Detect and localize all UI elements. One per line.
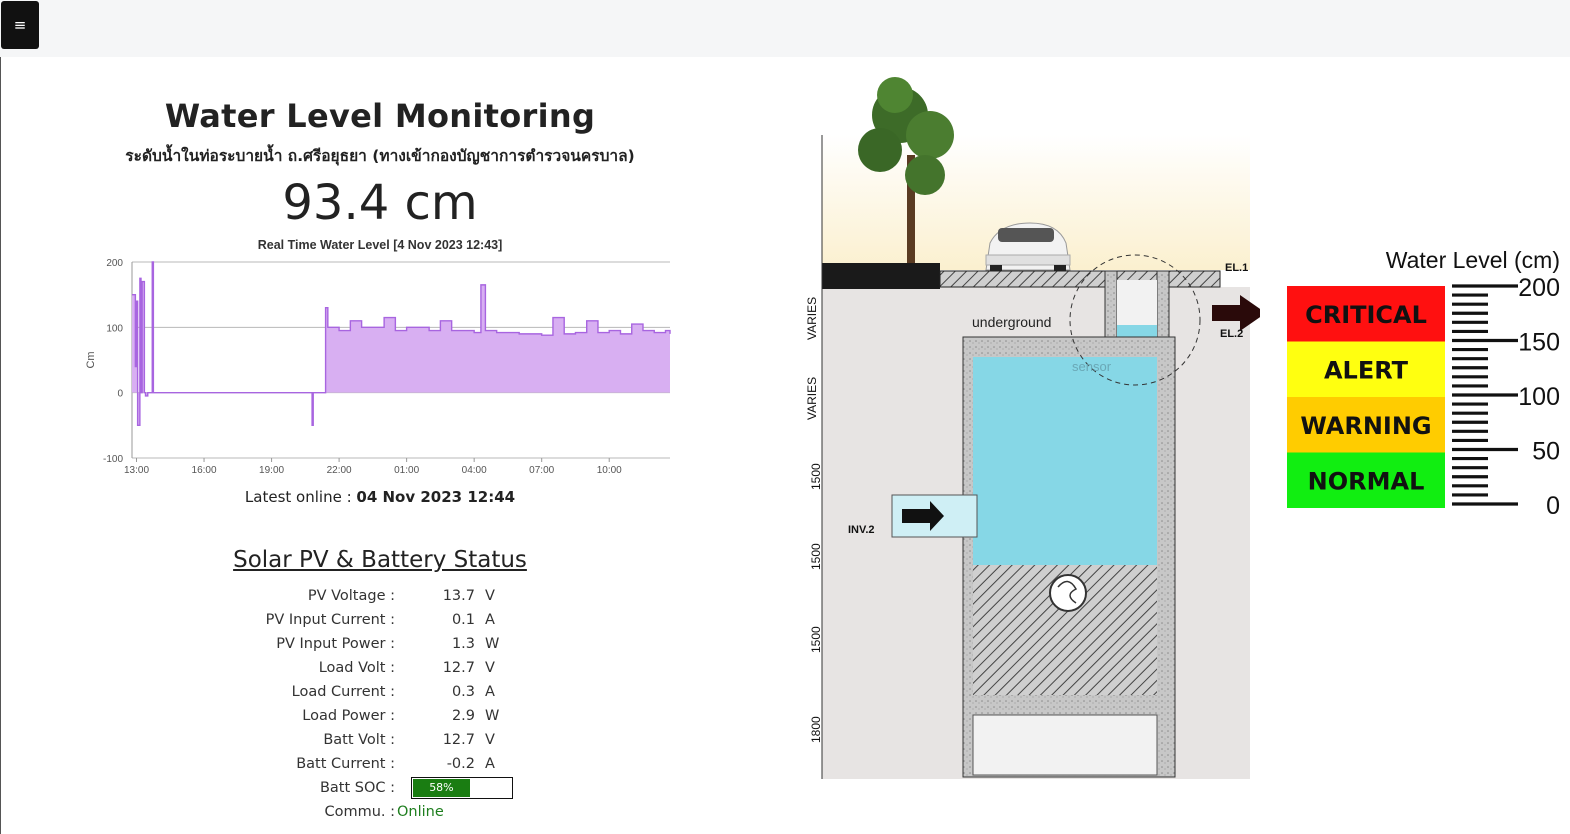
legend-title: Water Level (cm) <box>1386 247 1560 273</box>
batt-soc-row: Batt SOC : 58% <box>230 776 525 800</box>
status-unit: V <box>485 660 495 676</box>
page-border <box>0 57 1 834</box>
status-unit: W <box>485 636 500 652</box>
y-tick-label: -100 <box>103 454 123 465</box>
road-slab <box>939 270 1221 288</box>
scale-label: 100 <box>1518 383 1560 411</box>
status-label: PV Input Power : <box>276 636 395 652</box>
x-tick-label: 16:00 <box>192 465 217 476</box>
drainage-diagram: underground sensor EL.1 EL.2 INV.2 VARIE… <box>805 77 1260 779</box>
status-row: Load Power : 2.9 W <box>230 704 525 728</box>
status-row: PV Voltage : 13.7 V <box>230 584 525 608</box>
status-value: 13.7 <box>442 588 475 604</box>
status-row: PV Input Power : 1.3 W <box>230 632 525 656</box>
status-unit: A <box>485 684 495 700</box>
dimension-varies-1: VARIES <box>805 297 819 340</box>
legend-label: ALERT <box>1324 356 1409 384</box>
status-row: Load Volt : 12.7 V <box>230 656 525 680</box>
legend-label: CRITICAL <box>1305 301 1427 329</box>
batt-soc-progress-bar: 58% <box>411 777 513 799</box>
status-unit: A <box>485 612 495 628</box>
status-value: 0.1 <box>451 612 475 628</box>
status-label: Batt Current : <box>296 756 395 772</box>
x-tick-label: 19:00 <box>259 465 284 476</box>
status-label: Batt Volt : <box>323 732 395 748</box>
y-tick-label: 200 <box>106 258 123 269</box>
status-value: 12.7 <box>442 660 475 676</box>
status-label: Commu. : <box>324 804 395 820</box>
legend-label: NORMAL <box>1308 467 1425 495</box>
status-value: -0.2 <box>446 756 475 772</box>
water-level-chart: 200 100 0 -100 Cm 13:00 16:00 19:00 22:00 01:00 04… <box>85 258 671 476</box>
label-sensor: sensor <box>1072 359 1112 374</box>
status-unit: W <box>485 708 500 724</box>
latest-online: Latest online : 04 Nov 2023 12:44 <box>180 488 580 506</box>
dimension-varies-2: VARIES <box>805 377 819 420</box>
dimension-1500-3: 1500 <box>809 626 823 653</box>
status-label: Batt SOC : <box>319 780 395 796</box>
y-tick-label: 0 <box>117 389 123 400</box>
status-label: PV Voltage : <box>307 588 395 604</box>
label-el1: EL.1 <box>1225 262 1248 274</box>
water-level-legend: Water Level (cm) CRITICAL ALERT WARNING NORM… <box>1287 247 1560 515</box>
page-subtitle: ระดับน้ำในท่อระบายน้ำ ถ.ศรีอยุธยา (ทางเข… <box>125 147 635 165</box>
y-tick-label: 100 <box>106 323 123 334</box>
dimension-1800: 1800 <box>809 716 823 743</box>
status-value: 1.3 <box>451 636 475 652</box>
water-body <box>973 357 1157 565</box>
x-tick-label: 10:00 <box>597 465 622 476</box>
x-tick-label: 07:00 <box>529 465 554 476</box>
legend-label: WARNING <box>1300 412 1431 440</box>
commu-row: Commu. : Online <box>230 800 525 824</box>
y-axis-label: Cm <box>85 351 97 368</box>
x-tick-label: 01:00 <box>394 465 419 476</box>
dimension-1500-2: 1500 <box>809 543 823 570</box>
top-bar <box>0 0 1570 57</box>
status-label: Load Volt : <box>318 660 395 676</box>
label-el2: EL.2 <box>1220 328 1243 340</box>
status-value: 12.7 <box>442 732 475 748</box>
water-level-series-area <box>132 262 670 426</box>
status-row: Batt Current : -0.2 A <box>230 752 525 776</box>
solar-section-title: Solar PV & Battery Status <box>233 547 527 573</box>
latest-online-value: 04 Nov 2023 12:44 <box>356 488 516 506</box>
car-icon <box>985 222 1071 273</box>
batt-soc-fill: 58% <box>413 779 470 797</box>
x-tick-label: 04:00 <box>462 465 487 476</box>
hamburger-menu-button[interactable]: ≡ <box>1 1 39 49</box>
status-unit: V <box>485 588 495 604</box>
page-title: Water Level Monitoring <box>164 97 596 135</box>
scale-label: 150 <box>1518 329 1560 357</box>
status-label: Load Power : <box>302 708 395 724</box>
label-underground: underground <box>972 314 1051 330</box>
status-row: Batt Volt : 12.7 V <box>230 728 525 752</box>
solar-status-table: PV Voltage :13.7 V PV Input Current :0.1 A P… <box>230 584 525 824</box>
x-tick-label: 22:00 <box>327 465 352 476</box>
status-unit: V <box>485 732 495 748</box>
x-tick-label: 13:00 <box>124 465 149 476</box>
label-inv2: INV.2 <box>848 524 875 536</box>
curb <box>822 263 940 289</box>
status-unit: A <box>485 756 495 772</box>
latest-online-label: Latest online : <box>244 488 352 506</box>
status-row: Load Current : 0.3 A <box>230 680 525 704</box>
hamburger-icon: ≡ <box>13 16 27 34</box>
scale-label: 200 <box>1518 274 1560 302</box>
dimension-1500-1: 1500 <box>809 463 823 490</box>
commu-status: Online <box>397 804 444 820</box>
scale-label: 50 <box>1532 438 1560 466</box>
status-value: 0.3 <box>451 684 475 700</box>
status-label: Load Current : <box>291 684 395 700</box>
status-value: 2.9 <box>451 708 475 724</box>
status-label: PV Input Current : <box>265 612 395 628</box>
status-row: PV Input Current : 0.1 A <box>230 608 525 632</box>
scale-label: 0 <box>1546 492 1560 515</box>
current-water-level: 93.4 cm <box>282 175 478 231</box>
